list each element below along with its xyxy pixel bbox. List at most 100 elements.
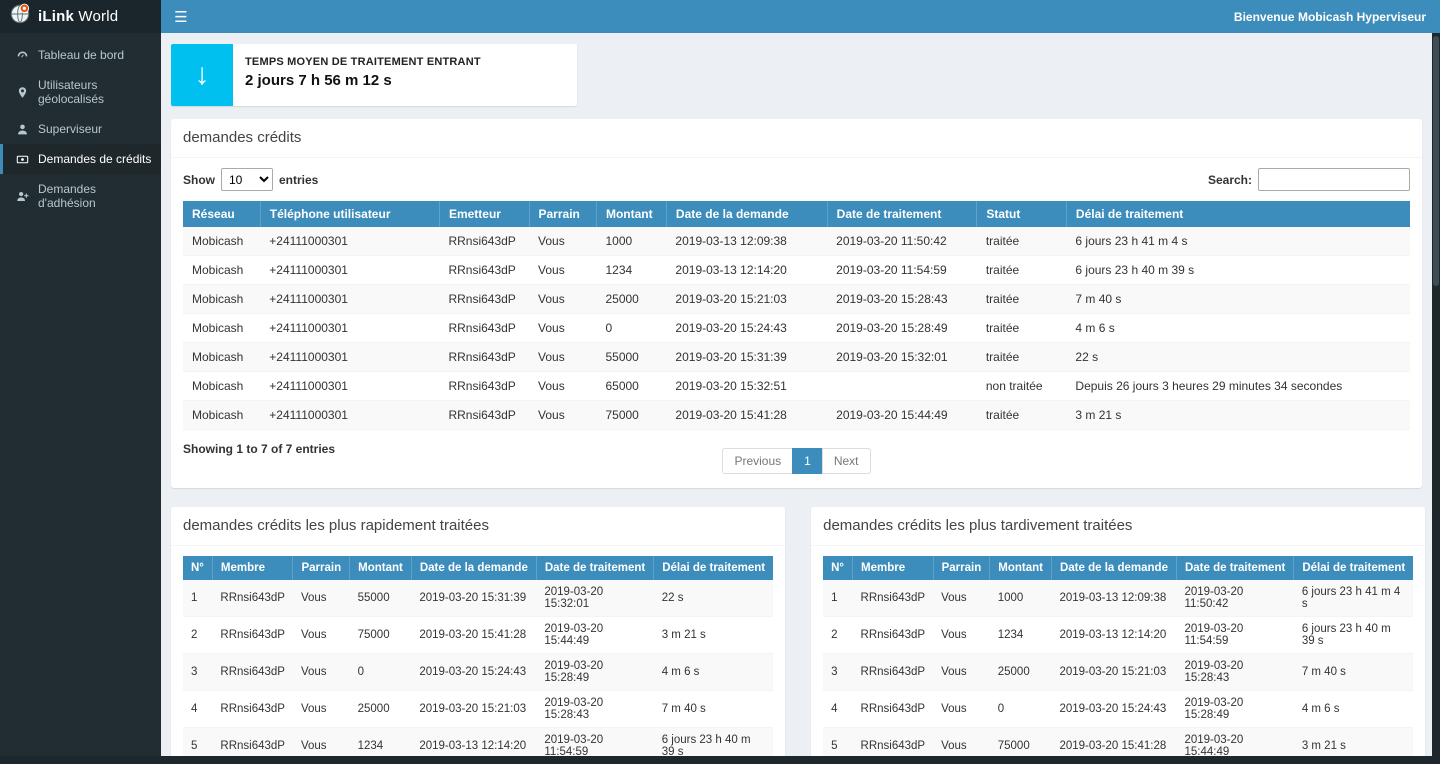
table-cell: 1	[823, 580, 852, 617]
table-cell: 2019-03-20 15:41:28	[1051, 728, 1176, 757]
table-cell: traitée	[977, 256, 1067, 285]
table-cell: 2019-03-20 15:41:28	[411, 617, 536, 654]
supervisor-icon	[15, 123, 29, 136]
sidebar-item-tableau-de-bord[interactable]: Tableau de bord	[0, 40, 161, 70]
column-header[interactable]: Date de traitement	[827, 201, 977, 227]
table-cell: 55000	[596, 343, 666, 372]
table-cell: 2019-03-20 15:44:49	[536, 617, 653, 654]
table-cell: 2019-03-20 15:24:43	[411, 654, 536, 691]
brand-name-bold: iLink	[38, 8, 74, 25]
scrollbar-thumb[interactable]	[1433, 36, 1439, 286]
column-header[interactable]: Date de traitement	[1176, 556, 1293, 580]
table-cell: 1234	[350, 728, 412, 757]
table-cell: +24111000301	[260, 314, 439, 343]
table-row: 4RRnsi643dPVous02019-03-20 15:24:432019-…	[823, 691, 1413, 728]
table-cell: Vous	[933, 580, 990, 617]
table-header-row: N°MembreParrainMontantDate de la demande…	[823, 556, 1413, 580]
sidebar-item-label: Demandes d'adhésion	[38, 182, 153, 210]
table-cell: Mobicash	[183, 343, 260, 372]
column-header[interactable]: Délai de traitement	[1294, 556, 1413, 580]
main-content: ↓ TEMPS MOYEN DE TRAITEMENT ENTRANT 2 jo…	[161, 33, 1432, 756]
table-header-row: N°MembreParrainMontantDate de la demande…	[183, 556, 773, 580]
column-header[interactable]: Date de traitement	[536, 556, 653, 580]
table-cell: 0	[350, 654, 412, 691]
panel-header: demandes crédits les plus rapidement tra…	[171, 507, 785, 546]
page-length-select[interactable]: 10	[221, 168, 273, 191]
column-header[interactable]: Parrain	[529, 201, 596, 227]
column-header[interactable]: Parrain	[933, 556, 990, 580]
table-cell: RRnsi643dP	[212, 654, 293, 691]
sidebar-item-superviseur[interactable]: Superviseur	[0, 114, 161, 144]
table-cell: Vous	[529, 227, 596, 256]
table-cell: 2019-03-20 15:31:39	[411, 580, 536, 617]
table-cell: 75000	[350, 617, 412, 654]
column-header[interactable]: Date de la demande	[1051, 556, 1176, 580]
table-cell: 0	[990, 691, 1052, 728]
column-header[interactable]: N°	[183, 556, 212, 580]
pagination-previous-button[interactable]: Previous	[722, 448, 793, 474]
brand-logo-icon	[9, 3, 31, 30]
table-cell: 5	[183, 728, 212, 757]
fastest-processed-table: N°MembreParrainMontantDate de la demande…	[183, 556, 773, 756]
table-cell: 2019-03-20 15:21:03	[411, 691, 536, 728]
table-cell: 1234	[596, 256, 666, 285]
table-cell: +24111000301	[260, 256, 439, 285]
table-head: RéseauTéléphone utilisateurEmetteurParra…	[183, 201, 1410, 227]
column-header[interactable]: Téléphone utilisateur	[260, 201, 439, 227]
scrollbar-track[interactable]	[1432, 33, 1440, 764]
column-header[interactable]: Délai de traitement	[1066, 201, 1410, 227]
user-menu-link[interactable]: Bienvenue Mobicash Hyperviseur	[1220, 0, 1440, 33]
column-header[interactable]: Membre	[853, 556, 934, 580]
top-navbar: iLink World ☰ Bienvenue Mobicash Hypervi…	[0, 0, 1440, 33]
column-header[interactable]: Statut	[977, 201, 1067, 227]
column-header[interactable]: Montant	[990, 556, 1052, 580]
column-header[interactable]: N°	[823, 556, 852, 580]
table-cell: 4 m 6 s	[654, 654, 773, 691]
table-row: Mobicash+24111000301RRnsi643dPVous02019-…	[183, 314, 1410, 343]
sidebar-item-demandes-adhesion[interactable]: Demandes d'adhésion	[0, 174, 161, 218]
column-header[interactable]: Date de la demande	[411, 556, 536, 580]
table-cell: 22 s	[654, 580, 773, 617]
column-header[interactable]: Montant	[596, 201, 666, 227]
table-cell: +24111000301	[260, 343, 439, 372]
table-cell: 7 m 40 s	[1294, 654, 1413, 691]
table-cell: 1234	[990, 617, 1052, 654]
sidebar-item-demandes-de-credits[interactable]: Demandes de crédits	[0, 144, 161, 174]
table-cell	[827, 372, 977, 401]
table-cell: 7 m 40 s	[1066, 285, 1410, 314]
table-cell: Vous	[529, 401, 596, 430]
column-header[interactable]: Réseau	[183, 201, 260, 227]
table-cell: 1000	[990, 580, 1052, 617]
table-cell: 2019-03-20 11:54:59	[1176, 617, 1293, 654]
column-header[interactable]: Date de la demande	[666, 201, 827, 227]
table-cell: RRnsi643dP	[853, 691, 934, 728]
table-cell: 2019-03-20 15:41:28	[666, 401, 827, 430]
table-header-row: RéseauTéléphone utilisateurEmetteurParra…	[183, 201, 1410, 227]
table-row: Mobicash+24111000301RRnsi643dPVous250002…	[183, 285, 1410, 314]
table-cell: Vous	[293, 654, 350, 691]
table-cell: 6 jours 23 h 41 m 4 s	[1294, 580, 1413, 617]
table-cell: Vous	[933, 728, 990, 757]
column-header[interactable]: Membre	[212, 556, 293, 580]
panel-demandes-credits: demandes crédits Show 10 entries Search:	[171, 119, 1422, 488]
table-cell: 4 m 6 s	[1294, 691, 1413, 728]
brand[interactable]: iLink World	[0, 0, 161, 33]
sidebar-item-utilisateurs-geolocalises[interactable]: Utilisateurs géolocalisés	[0, 70, 161, 114]
table-cell: 6 jours 23 h 41 m 4 s	[1066, 227, 1410, 256]
hamburger-icon: ☰	[174, 8, 187, 26]
pagination-next-button[interactable]: Next	[822, 448, 871, 474]
pagination-page-1-button[interactable]: 1	[792, 448, 823, 474]
table-cell: RRnsi643dP	[212, 617, 293, 654]
column-header[interactable]: Emetteur	[439, 201, 529, 227]
column-header[interactable]: Montant	[350, 556, 412, 580]
sidebar-toggle-button[interactable]: ☰	[161, 0, 201, 33]
dashboard-icon	[15, 49, 29, 62]
brand-name: iLink World	[38, 8, 118, 25]
table-cell: 2019-03-20 11:54:59	[536, 728, 653, 757]
info-box-value: 2 jours 7 h 56 m 12 s	[245, 72, 481, 89]
table-row: 1RRnsi643dPVous550002019-03-20 15:31:392…	[183, 580, 773, 617]
column-header[interactable]: Parrain	[293, 556, 350, 580]
search-input[interactable]	[1258, 168, 1410, 191]
column-header[interactable]: Délai de traitement	[654, 556, 773, 580]
table-cell: RRnsi643dP	[439, 372, 529, 401]
